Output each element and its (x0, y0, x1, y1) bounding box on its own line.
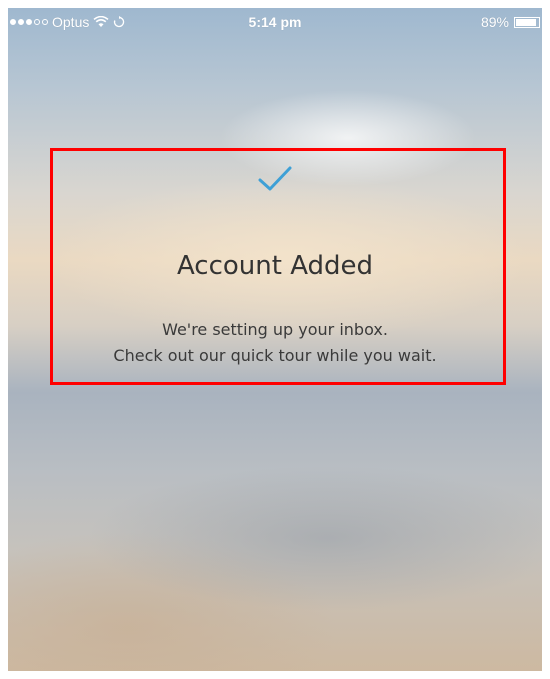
dialog-title: Account Added (176, 251, 374, 281)
battery-percentage: 89% (480, 14, 509, 30)
dialog-message-line-1: We're setting up your inbox. (162, 320, 388, 339)
status-right: 89% (481, 14, 540, 30)
status-bar: Optus 5:14 pm 89% (8, 8, 542, 38)
checkmark-icon (258, 166, 292, 191)
battery-fill (516, 18, 536, 26)
dialog-message-line-2: Check out our quick tour while you wait. (113, 346, 437, 365)
battery-icon (514, 16, 540, 28)
clock: 5:14 pm (248, 14, 302, 30)
